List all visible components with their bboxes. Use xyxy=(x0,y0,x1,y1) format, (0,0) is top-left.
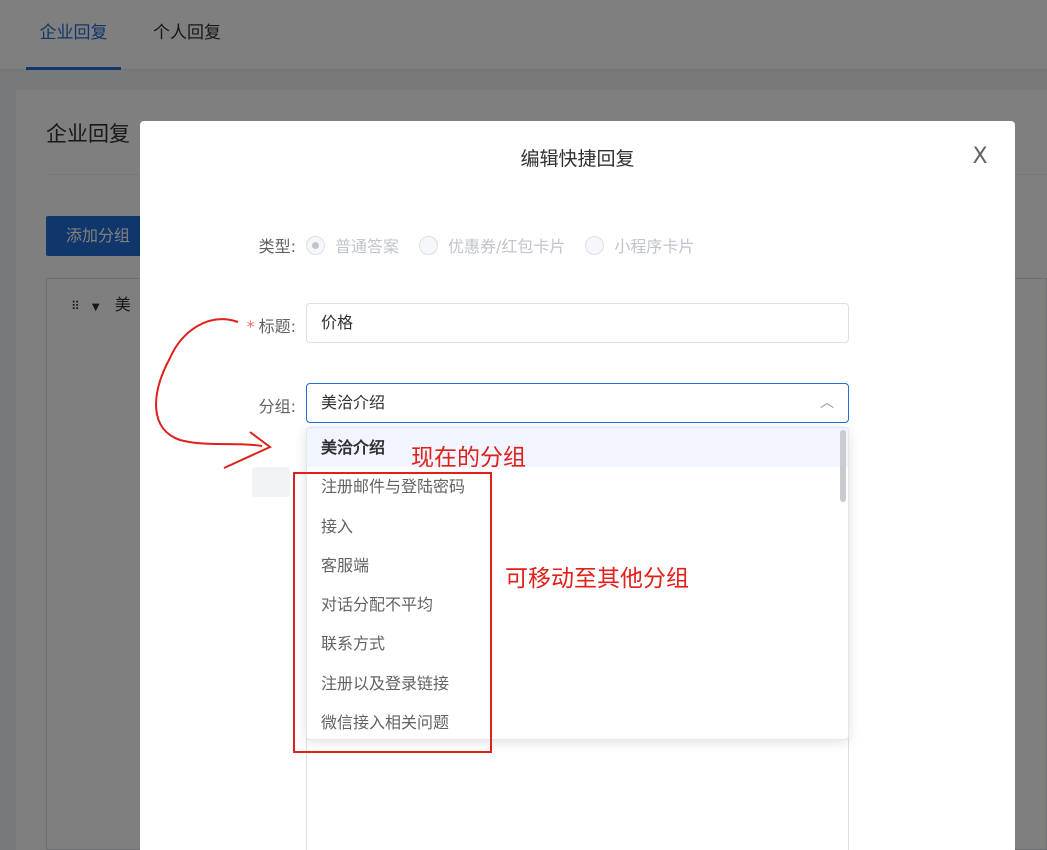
annotation-move-to-other: 可移动至其他分组 xyxy=(505,566,689,592)
annotation-box xyxy=(293,472,492,753)
annotation-current-group: 现在的分组 xyxy=(411,445,526,471)
annotation-arrow xyxy=(155,318,272,469)
